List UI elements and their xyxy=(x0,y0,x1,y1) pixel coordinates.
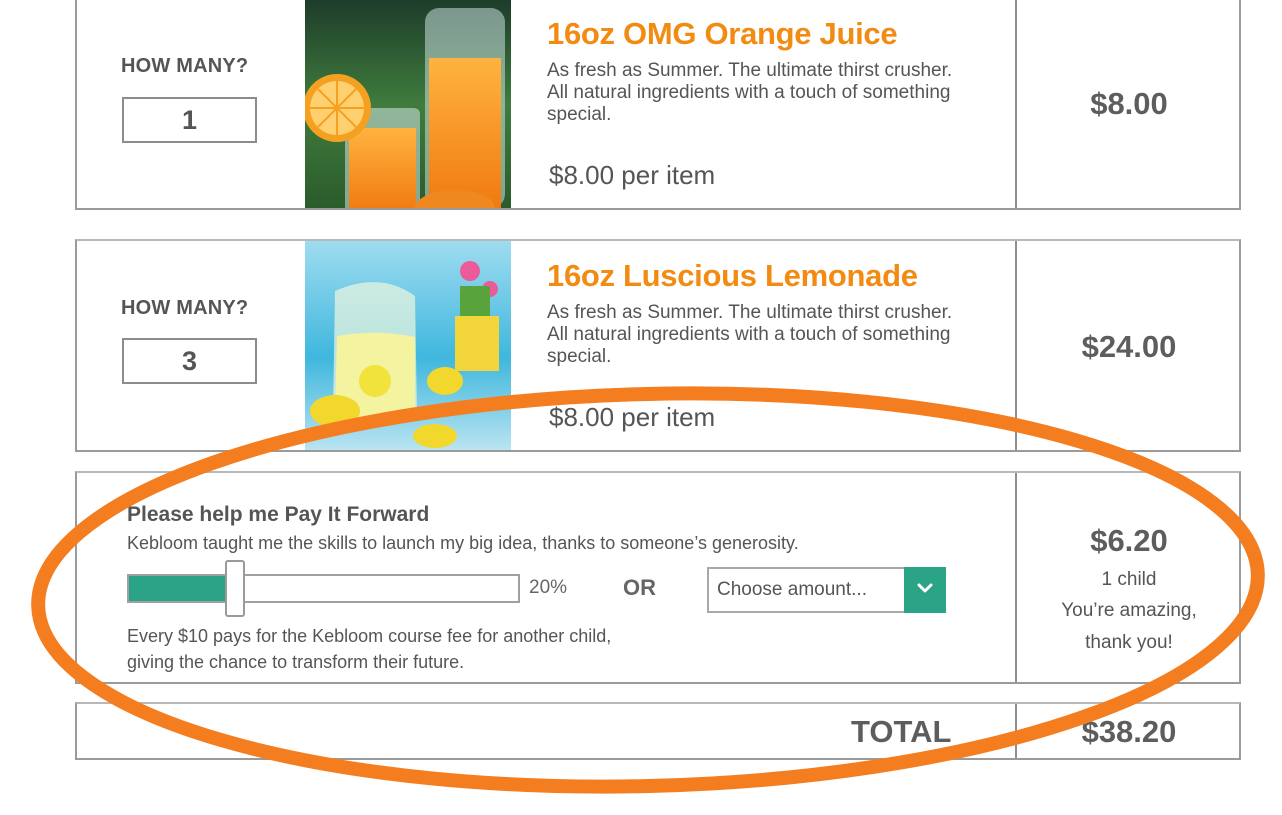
donation-amount: $6.20 xyxy=(1090,523,1168,558)
per-item-price: $8.00 per item xyxy=(549,402,716,432)
lemonade-image xyxy=(305,241,511,450)
cart-item-orange-juice: HOW MANY? 1 16oz OMG Orange Juice As fre… xyxy=(75,0,1241,210)
total-label: TOTAL xyxy=(851,714,952,749)
thank-you-message: You’re amazing, thank you! xyxy=(1017,595,1241,659)
amount-select[interactable]: Choose amount... xyxy=(707,567,946,613)
pay-it-forward-section: Please help me Pay It Forward Kebloom ta… xyxy=(75,471,1241,684)
or-label: OR xyxy=(623,575,656,600)
note-line: Every $10 pays for the Kebloom course fe… xyxy=(127,626,612,646)
select-toggle-button[interactable] xyxy=(904,567,946,613)
note-line: giving the chance to transform their fut… xyxy=(127,652,465,672)
cart-item-lemonade: HOW MANY? 3 16oz Luscious Lemonade As fr… xyxy=(75,239,1241,452)
amount-select-placeholder: Choose amount... xyxy=(717,579,867,600)
children-count: 1 child xyxy=(1101,569,1157,590)
slider-handle[interactable] xyxy=(225,560,245,617)
per-item-price: $8.00 per item xyxy=(549,160,716,190)
total-value: $38.20 xyxy=(1081,714,1177,749)
product-description: As fresh as Summer. The ultimate thirst … xyxy=(547,60,953,125)
line-total: $24.00 xyxy=(1081,329,1177,364)
quantity-label: HOW MANY? xyxy=(121,55,249,77)
quantity-input[interactable]: 1 xyxy=(122,97,257,143)
pay-it-forward-subtitle: Kebloom taught me the skills to launch m… xyxy=(127,533,799,553)
quantity-label: HOW MANY? xyxy=(121,297,249,319)
thank-you-line: You’re amazing, xyxy=(1061,600,1197,621)
orange-juice-image xyxy=(305,0,511,208)
product-description: As fresh as Summer. The ultimate thirst … xyxy=(547,302,953,367)
pay-it-forward-title: Please help me Pay It Forward xyxy=(127,503,430,526)
line-total: $8.00 xyxy=(1090,86,1168,121)
donation-slider[interactable] xyxy=(127,574,520,603)
slider-fill xyxy=(129,576,231,601)
total-row: TOTAL $38.20 xyxy=(75,702,1241,760)
chevron-down-icon xyxy=(917,583,933,593)
quantity-input[interactable]: 3 xyxy=(122,338,257,384)
thank-you-line: thank you! xyxy=(1085,632,1173,653)
product-name: 16oz Luscious Lemonade xyxy=(547,258,918,293)
slider-percent: 20% xyxy=(529,577,568,598)
pay-it-forward-note: Every $10 pays for the Kebloom course fe… xyxy=(127,623,807,675)
product-name: 16oz OMG Orange Juice xyxy=(547,16,898,51)
